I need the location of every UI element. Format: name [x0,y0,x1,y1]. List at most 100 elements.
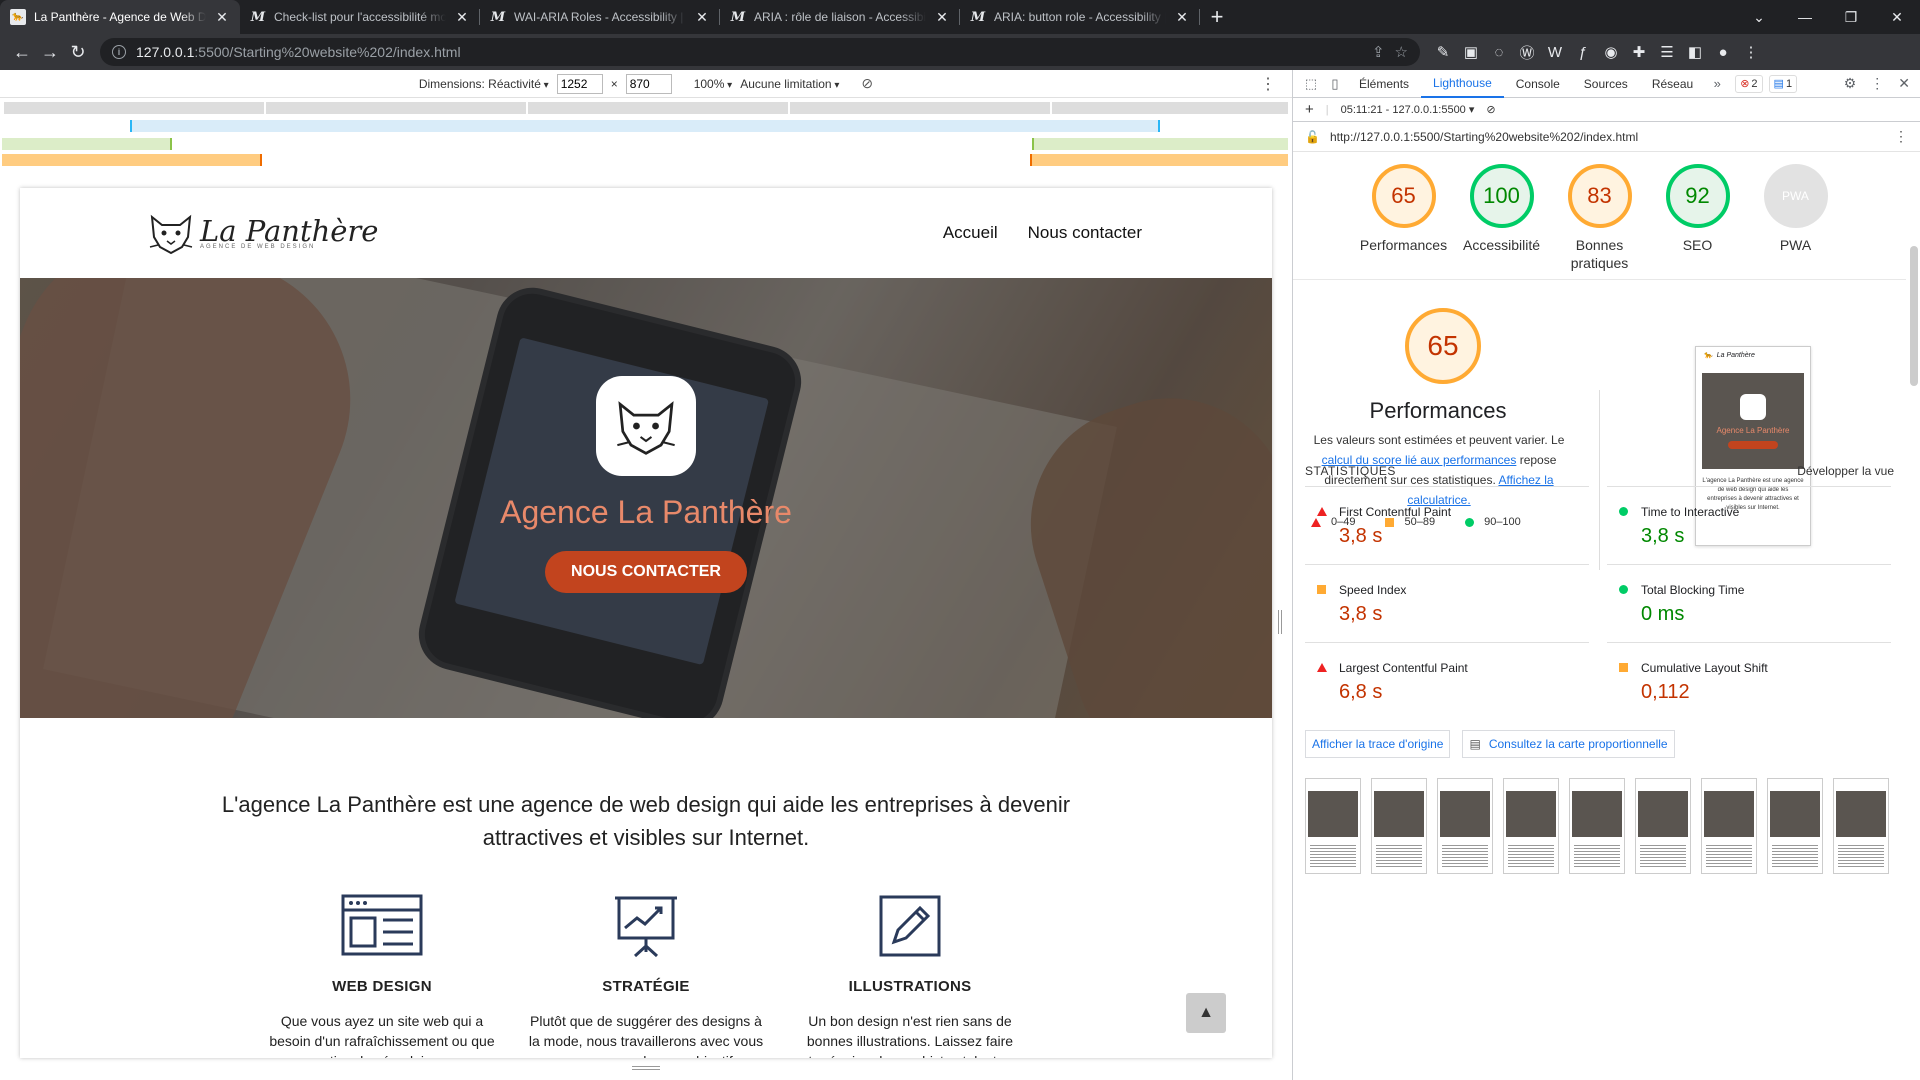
filmstrip-frame[interactable] [1569,778,1625,874]
devtools-tab-bar: ⬚ ▯ Éléments Lighthouse Console Sources … [1293,70,1920,98]
site-info-icon[interactable]: i [112,45,126,59]
profile-avatar-icon[interactable]: ● [1714,44,1732,61]
dimensions-select[interactable]: Dimensions: Réactivité [419,77,549,91]
close-tab-icon[interactable]: ✕ [694,9,710,26]
media-query-bar[interactable] [2,154,262,166]
side-panel-icon[interactable]: ◧ [1686,43,1704,61]
nav-link-accueil[interactable]: Accueil [943,223,998,243]
metric-value: 0,112 [1641,681,1690,703]
wordpress-extension-icon[interactable]: Ⓦ [1518,42,1536,63]
nav-link-contact[interactable]: Nous contacter [1028,223,1142,243]
filmstrip-frame[interactable] [1701,778,1757,874]
gauge-seo[interactable]: 92 SEO [1658,164,1738,279]
new-report-icon[interactable]: + [1305,101,1314,118]
contact-cta-button[interactable]: NOUS CONTACTER [545,551,747,593]
pen-extension-icon[interactable]: ✎ [1434,43,1452,61]
tab-search-icon[interactable]: ⌄ [1736,9,1782,26]
message-count-badge[interactable]: ▤ 1 [1768,74,1798,93]
browser-tab[interactable]: M ARIA : rôle de liaison - Accessibilité… [720,0,960,34]
report-selector[interactable]: 05:11:21 - 127.0.0.1:5500 ▾ [1341,103,1475,116]
metric-lcp: Largest Contentful Paint 6,8 s [1305,642,1589,720]
expand-view-toggle[interactable]: Développer la vue [1797,464,1894,478]
error-count-badge[interactable]: ⊗ 2 [1735,74,1763,93]
minimize-icon[interactable]: — [1782,9,1828,25]
extension-f-icon[interactable]: ƒ [1574,44,1592,61]
devtools-panel: ⬚ ▯ Éléments Lighthouse Console Sources … [1292,70,1920,1080]
close-devtools-icon[interactable]: ✕ [1898,75,1910,92]
devtools-menu-icon[interactable]: ⋮ [1870,75,1884,92]
close-window-icon[interactable]: ✕ [1874,9,1920,26]
view-trace-button[interactable]: Afficher la trace d'origine [1305,730,1451,758]
gauge-accessibility[interactable]: 100 Accessibilité [1462,164,1542,279]
close-tab-icon[interactable]: ✕ [934,9,950,26]
intro-text: L'agence La Panthère est une agence de w… [221,792,1071,850]
back-icon[interactable]: ← [8,38,36,66]
inspect-element-icon[interactable]: ⬚ [1299,76,1323,92]
menu-kebab-icon[interactable]: ⋮ [1742,43,1760,61]
extension-circle-icon[interactable]: ◌ [1490,44,1508,61]
reload-icon[interactable]: ↻ [64,38,92,66]
filmstrip-frame[interactable] [1437,778,1493,874]
media-query-bar[interactable] [2,138,172,150]
more-tabs-icon[interactable]: » [1705,76,1729,91]
filmstrip-frame[interactable] [1833,778,1889,874]
filmstrip-frame[interactable] [1503,778,1559,874]
share-icon[interactable]: ⇪ [1372,43,1385,61]
viewport-width-input[interactable] [556,73,603,94]
close-tab-icon[interactable]: ✕ [214,9,230,26]
color-picker-extension-icon[interactable]: ◉ [1602,43,1620,61]
gauge-pwa[interactable]: PWA PWA [1756,164,1836,279]
extension-w-icon[interactable]: W [1546,44,1564,61]
media-query-bar[interactable] [1030,154,1288,166]
score-ring: 92 [1665,164,1730,228]
filmstrip-frame[interactable] [1305,778,1361,874]
throttle-select[interactable]: Aucune limitation [740,77,839,91]
site-logo[interactable]: La Panthère AGENCE DE WEB DESIGN [148,211,378,255]
browser-tab[interactable]: M Check-list pour l'accessibilité mobile… [240,0,480,34]
clear-reports-icon[interactable]: ⊘ [1486,103,1495,116]
close-tab-icon[interactable]: ✕ [1174,9,1190,26]
zoom-select[interactable]: 100% [694,77,733,91]
tab-elements[interactable]: Éléments [1347,70,1421,98]
tab-lighthouse[interactable]: Lighthouse [1421,70,1504,98]
browser-tab[interactable]: M ARIA: button role - Accessibility | MD… [960,0,1200,34]
filmstrip-frame[interactable] [1767,778,1823,874]
responsive-viewport-area: Dimensions: Réactivité × 100% Aucune lim… [0,70,1292,1080]
gauge-best-practices[interactable]: 83 Bonnes pratiques [1560,164,1640,279]
extensions-puzzle-icon[interactable]: ✚ [1630,43,1648,61]
error-count: 2 [1751,77,1758,90]
address-bar[interactable]: i 127.0.0.1:5500/Starting%20website%202/… [100,38,1420,66]
bookmark-star-icon[interactable]: ☆ [1395,43,1408,61]
tab-sources[interactable]: Sources [1572,70,1640,98]
gauge-performance[interactable]: 65 Performances [1360,164,1447,279]
new-tab-button[interactable]: + [1200,0,1234,34]
tab-network[interactable]: Réseau [1640,70,1705,98]
browser-tab[interactable]: M WAI-ARIA Roles - Accessibility | MDN ✕ [480,0,720,34]
viewport-resize-handle-right[interactable] [1278,610,1282,634]
score-ring: 100 [1469,164,1534,228]
reading-list-icon[interactable]: ☰ [1658,43,1676,61]
browser-tab-active[interactable]: 🐆 La Panthère - Agence de Web Design ✕ [0,0,240,34]
button-label: Consultez la carte proportionnelle [1488,737,1668,751]
report-menu-icon[interactable]: ⋮ [1894,128,1908,145]
forward-icon[interactable]: → [36,38,64,66]
extension-square-icon[interactable]: ▣ [1462,43,1480,61]
filmstrip-frame[interactable] [1635,778,1691,874]
emulated-page: La Panthère AGENCE DE WEB DESIGN Accueil… [20,188,1272,1058]
settings-gear-icon[interactable]: ⚙ [1844,75,1857,92]
device-toolbar-menu-icon[interactable]: ⋮ [1260,74,1276,94]
tab-console[interactable]: Console [1504,70,1572,98]
rotate-icon[interactable]: ⊘ [861,75,873,92]
close-tab-icon[interactable]: ✕ [454,9,470,26]
media-query-bar[interactable] [130,120,1160,132]
view-treemap-button[interactable]: ▤ Consultez la carte proportionnelle [1462,730,1675,758]
viewport-resize-handle-bottom[interactable] [632,1066,660,1070]
filmstrip-frame[interactable] [1371,778,1427,874]
viewport-height-input[interactable] [625,73,672,94]
metric-name: First Contentful Paint [1339,505,1452,519]
device-toggle-icon[interactable]: ▯ [1323,76,1347,92]
scroll-to-top-button[interactable]: ▲ [1186,993,1226,1033]
restore-icon[interactable]: ❐ [1828,9,1874,26]
media-query-bar[interactable] [1032,138,1288,150]
devtools-scrollbar[interactable] [1910,246,1918,386]
